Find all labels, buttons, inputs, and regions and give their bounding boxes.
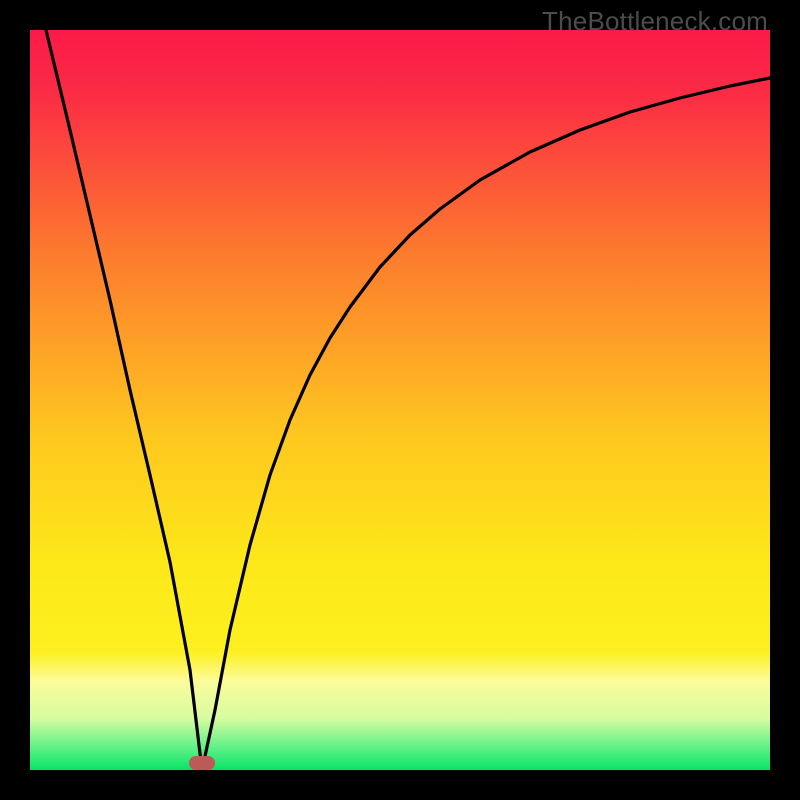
- bottleneck-marker-icon: [189, 756, 215, 770]
- watermark-text: TheBottleneck.com: [542, 6, 768, 37]
- bottleneck-curve: [30, 30, 770, 770]
